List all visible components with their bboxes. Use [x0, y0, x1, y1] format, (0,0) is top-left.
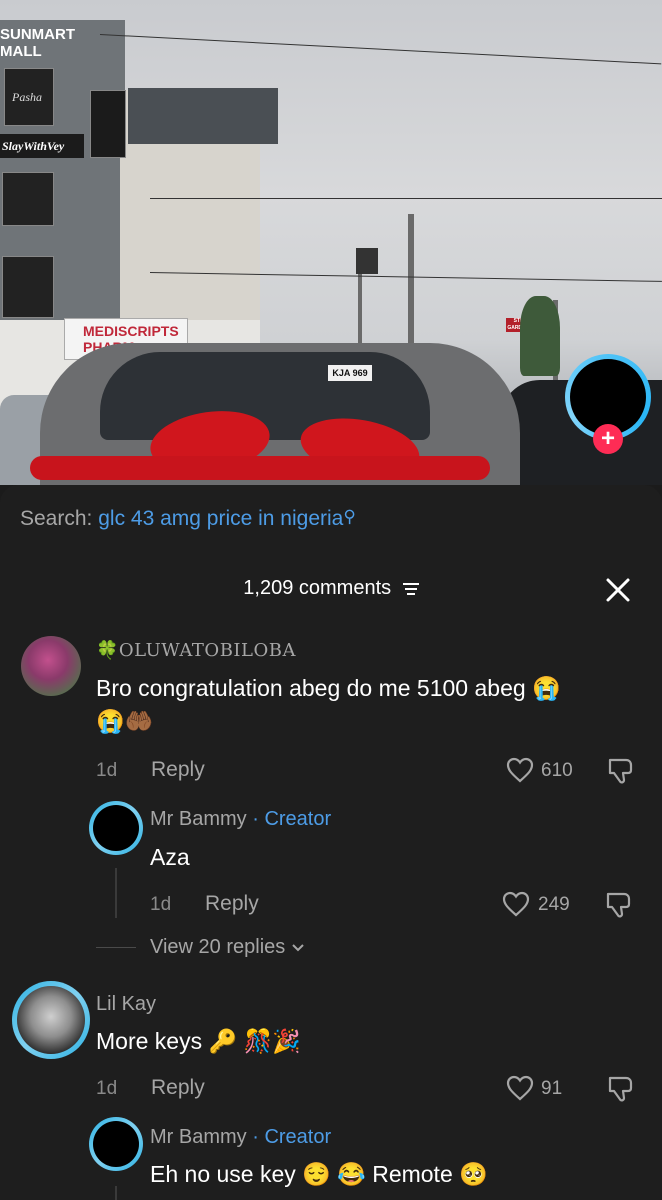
pole	[358, 265, 362, 355]
view-replies-line	[96, 947, 136, 948]
dislike-icon[interactable]	[606, 756, 636, 786]
search-prefix: Search:	[20, 507, 93, 530]
comment-time: 1d	[96, 1078, 118, 1099]
comment-username[interactable]: Lil Kay	[96, 993, 156, 1016]
search-suggestion[interactable]: Search: glc 43 amg price in nigeria⚲	[20, 507, 356, 531]
follow-plus-button[interactable]: +	[593, 424, 623, 454]
heart-icon[interactable]	[506, 757, 534, 783]
video-frame[interactable]: SUNMART MALL Pasha SlayWithVey MEDISCRIP…	[0, 0, 662, 485]
heart-icon[interactable]	[502, 891, 530, 917]
avatar[interactable]	[21, 636, 81, 696]
creator-badge: · Creator	[252, 1126, 332, 1148]
thread-line	[115, 1186, 117, 1200]
comment-text: More keys 🔑 🎊🎉	[96, 1028, 301, 1054]
reply-time: 1d	[150, 894, 172, 915]
view-replies-button[interactable]: View 20 replies	[150, 936, 305, 959]
poster-label: Pasha	[12, 90, 42, 104]
poster	[90, 90, 126, 158]
brand-sign: SlayWithVey	[0, 134, 84, 158]
reply-username[interactable]: Mr Bammy · Creator	[150, 1126, 331, 1149]
reply-button[interactable]: Reply	[151, 758, 205, 782]
chevron-down-icon	[292, 944, 304, 952]
poster	[2, 172, 54, 226]
power-line	[99, 34, 662, 65]
comment-count: 1,209 comments	[243, 577, 392, 599]
like-count: 249	[538, 894, 570, 915]
poster	[2, 256, 54, 318]
like-count: 610	[541, 760, 573, 781]
avatar[interactable]	[12, 981, 90, 1059]
plate-sticker: KJA 969	[328, 365, 372, 381]
like-count: 91	[541, 1078, 563, 1099]
comment-text: 😭🤲🏾	[96, 708, 154, 734]
dislike-icon[interactable]	[604, 890, 634, 920]
comments-header: 1,209 comments	[0, 577, 662, 600]
close-icon[interactable]	[602, 574, 634, 606]
tree	[520, 296, 560, 376]
reply-button[interactable]: Reply	[151, 1076, 205, 1100]
comment-text: Bro congratulation abeg do me 5100 abeg …	[96, 675, 561, 701]
search-query[interactable]: glc 43 amg price in nigeria	[98, 507, 343, 530]
street-light	[356, 248, 378, 274]
building-roof	[128, 88, 278, 144]
search-icon: ⚲	[343, 507, 356, 526]
comment-username[interactable]: 🍀OLUWATOBILOBA	[96, 640, 296, 661]
reply-text: Eh no use key 😌 😂 Remote 🥺	[150, 1161, 488, 1187]
reply-button[interactable]: Reply	[205, 892, 259, 916]
creator-badge: · Creator	[252, 808, 332, 830]
comment-time: 1d	[96, 760, 118, 781]
thread-line	[115, 868, 117, 918]
reply-avatar[interactable]	[89, 801, 143, 855]
reply-text: Aza	[150, 844, 190, 870]
reply-avatar[interactable]	[89, 1117, 143, 1171]
view-replies-label[interactable]: View 20 replies	[150, 936, 285, 958]
red-bow	[30, 456, 490, 480]
sort-icon[interactable]	[402, 582, 419, 595]
reply-username-text[interactable]: Mr Bammy	[150, 1126, 247, 1148]
dislike-icon[interactable]	[606, 1074, 636, 1104]
heart-icon[interactable]	[506, 1075, 534, 1101]
reply-username[interactable]: Mr Bammy · Creator	[150, 808, 331, 831]
mall-sign: SUNMART MALL	[0, 26, 75, 60]
power-line	[150, 198, 662, 199]
reply-username-text[interactable]: Mr Bammy	[150, 808, 247, 830]
